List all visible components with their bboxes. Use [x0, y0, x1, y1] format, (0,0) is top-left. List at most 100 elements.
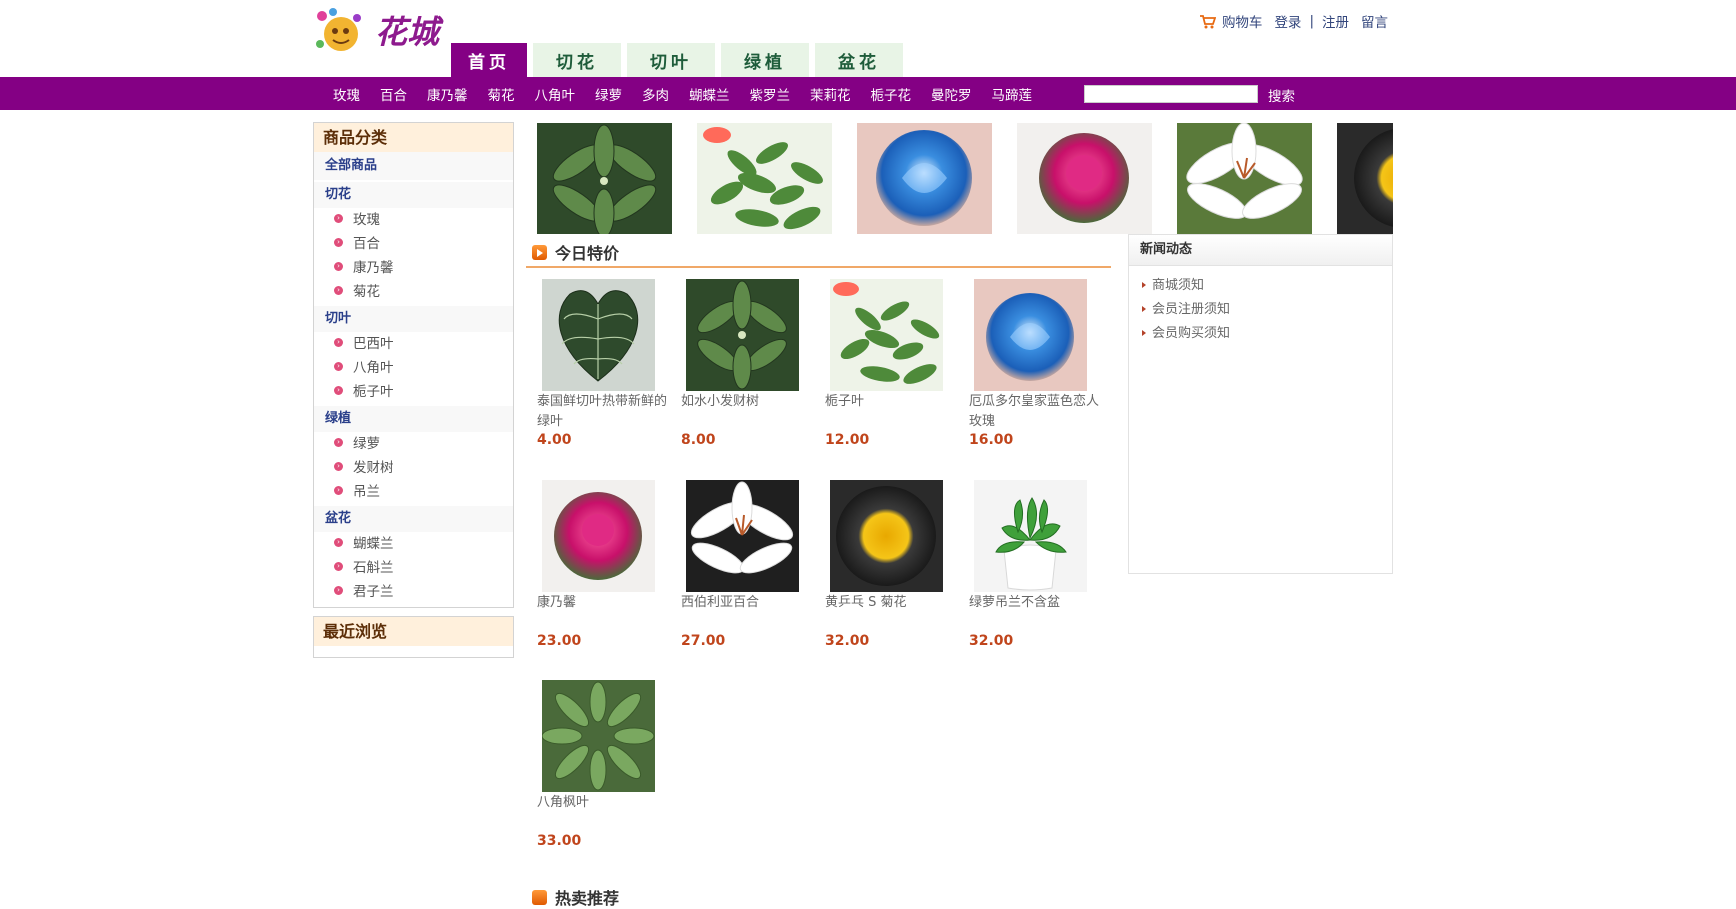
category-item-rose[interactable]: › 玫瑰	[314, 208, 513, 232]
category-group-cut-flowers[interactable]: 切花	[314, 182, 513, 208]
product-card[interactable]: 八角枫叶 33.00	[537, 680, 667, 849]
product-image-blue-rose[interactable]	[974, 279, 1087, 391]
product-name[interactable]: 西伯利亚百合	[681, 593, 811, 632]
nav-item-datura[interactable]: 曼陀罗	[931, 84, 972, 104]
product-price: 4.00	[537, 432, 572, 448]
cart-link[interactable]: 购物车	[1222, 11, 1263, 31]
arrow-right-icon	[1142, 282, 1146, 288]
product-image-fatsia-leaf[interactable]	[542, 680, 655, 792]
nav-item-fatsia[interactable]: 八角叶	[535, 84, 576, 104]
recent-views-panel: 最近浏览	[313, 616, 514, 658]
product-name[interactable]: 如水小发财树	[681, 392, 811, 431]
product-image-anthurium-leaf[interactable]	[542, 279, 655, 391]
category-item-gardenia-leaf[interactable]: › 栀子叶	[314, 380, 513, 404]
category-group-cut-leaves[interactable]: 切叶	[314, 306, 513, 332]
category-item-label: 发财树	[353, 460, 394, 476]
tab-cut-flowers[interactable]: 切花	[533, 43, 621, 77]
category-item-spider-plant[interactable]: › 吊兰	[314, 480, 513, 504]
category-item-chrysanthemum[interactable]: › 菊花	[314, 280, 513, 304]
product-image-gardenia-leaf[interactable]	[830, 279, 943, 391]
news-item[interactable]: 会员注册须知	[1129, 298, 1392, 322]
nav-item-gardenia[interactable]: 栀子花	[871, 84, 912, 104]
product-name[interactable]: 绿萝吊兰不含盆	[969, 593, 1099, 632]
news-item[interactable]: 会员购买须知	[1129, 322, 1392, 346]
search-button[interactable]: 搜索	[1268, 85, 1295, 105]
category-group-green-plants[interactable]: 绿植	[314, 406, 513, 432]
product-image-pink-carnation[interactable]	[542, 480, 655, 592]
nav-item-chrysanthemum[interactable]: 菊花	[488, 84, 515, 104]
category-item-dendrobium[interactable]: › 石斛兰	[314, 556, 513, 580]
message-link[interactable]: 留言	[1361, 11, 1388, 31]
category-all-products[interactable]: 全部商品	[314, 152, 513, 180]
logo-text: 花城	[375, 13, 444, 51]
register-link[interactable]: 注册	[1322, 11, 1349, 31]
tab-potted-flowers[interactable]: 盆花	[815, 43, 903, 77]
product-name[interactable]: 栀子叶	[825, 392, 955, 431]
nav-item-carnation[interactable]: 康乃馨	[427, 84, 468, 104]
shopping-cart-icon[interactable]	[1199, 14, 1216, 29]
category-item-carnation[interactable]: › 康乃馨	[314, 256, 513, 280]
nav-item-succulent[interactable]: 多肉	[642, 84, 669, 104]
category-group-potted-flowers[interactable]: 盆花	[314, 506, 513, 532]
product-card[interactable]: 黄乒乓 S 菊花 32.00	[825, 480, 955, 649]
category-item-clivia[interactable]: › 君子兰	[314, 580, 513, 604]
category-item-pothos[interactable]: › 绿萝	[314, 432, 513, 456]
banner-image-blue-rose[interactable]	[857, 123, 992, 234]
nav-item-lily[interactable]: 百合	[380, 84, 407, 104]
banner-image-gardenia-leaf[interactable]	[697, 123, 832, 234]
product-card[interactable]: 如水小发财树 8.00	[681, 279, 811, 448]
banner-image-white-lily[interactable]	[1177, 123, 1312, 234]
banner-image-pink-carnation[interactable]	[1017, 123, 1152, 234]
bullet-icon: ›	[334, 486, 343, 495]
section-arrow-icon	[532, 244, 547, 260]
product-card[interactable]: 厄瓜多尔皇家蓝色恋人玫瑰 16.00	[969, 279, 1099, 448]
category-item-brazil-leaf[interactable]: › 巴西叶	[314, 332, 513, 356]
product-name[interactable]: 厄瓜多尔皇家蓝色恋人玫瑰	[969, 392, 1099, 431]
search-input[interactable]	[1084, 85, 1258, 103]
tab-green-plants[interactable]: 绿植	[721, 43, 809, 77]
category-item-lily[interactable]: › 百合	[314, 232, 513, 256]
login-link[interactable]: 登录	[1274, 11, 1301, 31]
product-image-white-lily[interactable]	[686, 480, 799, 592]
bullet-icon: ›	[334, 262, 343, 271]
banner-image-money-plant[interactable]	[537, 123, 672, 234]
nav-item-jasmine[interactable]: 茉莉花	[810, 84, 851, 104]
bullet-icon: ›	[334, 438, 343, 447]
product-price: 23.00	[537, 633, 582, 649]
banner-image-yellow-chrysanthemum[interactable]	[1337, 123, 1393, 234]
product-name[interactable]: 八角枫叶	[537, 793, 667, 832]
category-item-label: 吊兰	[353, 484, 380, 500]
nav-item-rose[interactable]: 玫瑰	[333, 84, 360, 104]
product-image-yellow-chrysanthemum[interactable]	[830, 480, 943, 592]
tab-cut-leaves[interactable]: 切叶	[627, 43, 715, 77]
product-card[interactable]: 栀子叶 12.00	[825, 279, 955, 448]
product-name[interactable]: 泰国鲜切叶热带新鲜的绿叶	[537, 392, 667, 431]
arrow-right-icon	[1142, 306, 1146, 312]
category-item-label: 菊花	[353, 284, 380, 300]
category-item-money-tree[interactable]: › 发财树	[314, 456, 513, 480]
tab-home[interactable]: 首页	[451, 43, 527, 77]
nav-item-calla-lily[interactable]: 马蹄莲	[992, 84, 1033, 104]
product-price: 32.00	[969, 633, 1014, 649]
nav-item-violet[interactable]: 紫罗兰	[750, 84, 791, 104]
news-item-label: 会员购买须知	[1152, 326, 1231, 341]
product-image-pothos-pot[interactable]	[974, 480, 1087, 592]
nav-item-pothos[interactable]: 绿萝	[595, 84, 622, 104]
product-card[interactable]: 西伯利亚百合 27.00	[681, 480, 811, 649]
bullet-icon: ›	[334, 238, 343, 247]
bullet-icon: ›	[334, 562, 343, 571]
product-card[interactable]: 泰国鲜切叶热带新鲜的绿叶 4.00	[537, 279, 667, 448]
category-item-phalaenopsis[interactable]: › 蝴蝶兰	[314, 532, 513, 556]
category-panel-title: 商品分类	[314, 123, 513, 152]
product-name[interactable]: 康乃馨	[537, 593, 667, 632]
product-card[interactable]: 康乃馨 23.00	[537, 480, 667, 649]
banner-strip	[537, 123, 1393, 234]
category-item-fatsia-leaf[interactable]: › 八角叶	[314, 356, 513, 380]
product-name[interactable]: 黄乒乓 S 菊花	[825, 593, 955, 632]
site-logo[interactable]: 花城	[313, 6, 445, 56]
main-tabs: 首页 切花 切叶 绿植 盆花	[451, 43, 903, 77]
news-item[interactable]: 商城须知	[1129, 274, 1392, 298]
nav-item-phalaenopsis[interactable]: 蝴蝶兰	[689, 84, 730, 104]
product-image-money-plant[interactable]	[686, 279, 799, 391]
product-card[interactable]: 绿萝吊兰不含盆 32.00	[969, 480, 1099, 649]
